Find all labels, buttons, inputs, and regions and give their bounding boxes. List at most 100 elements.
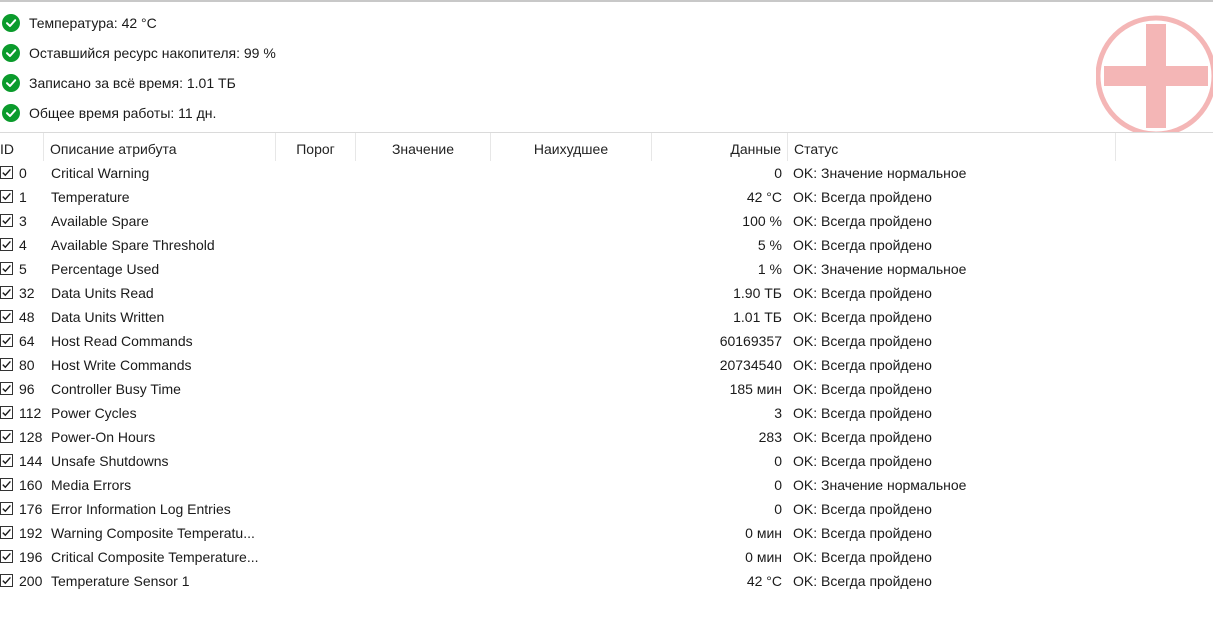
table-row[interactable]: 144 Unsafe Shutdowns 0 OK: Всегда пройдено [0,449,1213,473]
table-body: 0 Critical Warning 0 OK: Значение нормально… [0,161,1213,593]
row-checkbox[interactable] [0,334,13,347]
attribute-id: 112 [19,405,42,421]
row-checkbox[interactable] [0,166,13,179]
attribute-data: 1.01 ТБ [733,309,782,325]
summary-text: Общее время работы: 11 дн. [29,105,217,121]
attribute-status: OK: Всегда пройдено [793,549,932,565]
table-row[interactable]: 4 Available Spare Threshold 5 % OK: Всегда … [0,233,1213,257]
attribute-status: OK: Всегда пройдено [793,309,932,325]
summary-text: Записано за всё время: 1.01 ТБ [29,75,236,91]
table-row[interactable]: 112 Power Cycles 3 OK: Всегда пройдено [0,401,1213,425]
row-checkbox[interactable] [0,478,13,491]
ok-check-icon [2,74,20,92]
attribute-id: 48 [19,309,35,325]
attribute-name: Temperature [51,189,130,205]
attribute-name: Critical Composite Temperature... [51,549,259,565]
table-row[interactable]: 128 Power-On Hours 283 OK: Всегда пройдено [0,425,1213,449]
column-header-threshold[interactable]: Порог [276,133,356,161]
attribute-status: OK: Всегда пройдено [793,381,932,397]
attribute-id: 80 [19,357,35,373]
attribute-name: Data Units Read [51,285,154,301]
row-checkbox[interactable] [0,190,13,203]
attribute-id: 200 [19,573,43,589]
row-checkbox[interactable] [0,262,13,275]
table-row[interactable]: 200 Temperature Sensor 1 42 °C OK: Всегда п… [0,569,1213,593]
table-row[interactable]: 80 Host Write Commands 20734540 OK: Всегда … [0,353,1213,377]
row-checkbox[interactable] [0,502,13,515]
table-row[interactable]: 1 Temperature 42 °C OK: Всегда пройдено [0,185,1213,209]
summary-text: Оставшийся ресурс накопителя: 99 % [29,45,276,61]
attribute-status: OK: Всегда пройдено [793,237,932,253]
column-header-data[interactable]: Данные [652,133,788,161]
attribute-name: Available Spare [51,213,149,229]
table-header: ID Описание атрибута Порог Значение Наих… [0,133,1213,161]
row-checkbox[interactable] [0,238,13,251]
attribute-name: Controller Busy Time [51,381,181,397]
summary-item-power-on-time: Общее время работы: 11 дн. [0,98,700,128]
attribute-name: Power-On Hours [51,429,156,445]
attribute-status: OK: Всегда пройдено [793,453,932,469]
row-checkbox[interactable] [0,358,13,371]
table-row[interactable]: 32 Data Units Read 1.90 ТБ OK: Всегда пройд… [0,281,1213,305]
summary-item-temperature: Температура: 42 °C [0,8,700,38]
attribute-name: Unsafe Shutdowns [51,453,169,469]
row-checkbox[interactable] [0,382,13,395]
attribute-id: 96 [19,381,35,397]
attribute-data: 283 [758,429,782,445]
column-header-status[interactable]: Статус [788,133,1116,161]
row-checkbox[interactable] [0,430,13,443]
table-row[interactable]: 196 Critical Composite Temperature... 0 ми… [0,545,1213,569]
table-row[interactable]: 192 Warning Composite Temperatu... 0 мин OK… [0,521,1213,545]
table-row[interactable]: 5 Percentage Used 1 % OK: Значение нормальн… [0,257,1213,281]
column-header-value[interactable]: Значение [356,133,491,161]
summary-text: Температура: 42 °C [29,15,157,31]
attribute-data: 3 [774,405,782,421]
attribute-status: OK: Всегда пройдено [793,357,932,373]
attribute-id: 144 [19,453,43,469]
attribute-name: Available Spare Threshold [51,237,215,253]
attribute-data: 0 [774,477,782,493]
attribute-status: OK: Всегда пройдено [793,189,932,205]
attribute-data: 100 % [742,213,782,229]
attribute-data: 0 мин [745,549,782,565]
attribute-status: OK: Значение нормальное [793,477,967,493]
table-row[interactable]: 160 Media Errors 0 OK: Значение нормальное [0,473,1213,497]
attribute-name: Temperature Sensor 1 [51,573,190,589]
health-summary: Температура: 42 °C Оставшийся ресурс нак… [0,8,700,128]
row-checkbox[interactable] [0,214,13,227]
column-header-description[interactable]: Описание атрибута [44,133,276,161]
attribute-data: 0 [774,501,782,517]
attribute-data: 1 % [757,261,782,277]
attribute-status: OK: Всегда пройдено [793,573,932,589]
table-row[interactable]: 3 Available Spare 100 % OK: Всегда пройдено [0,209,1213,233]
attribute-id: 4 [19,237,27,253]
table-row[interactable]: 96 Controller Busy Time 185 мин OK: Всегда … [0,377,1213,401]
smart-attributes-table: ID Описание атрибута Порог Значение Наих… [0,132,1213,628]
row-checkbox[interactable] [0,454,13,467]
table-row[interactable]: 176 Error Information Log Entries 0 OK: Все… [0,497,1213,521]
top-border [0,0,1213,2]
row-checkbox[interactable] [0,550,13,563]
attribute-data: 185 мин [729,381,782,397]
attribute-status: OK: Значение нормальное [793,165,967,181]
attribute-id: 0 [19,165,27,181]
attribute-status: OK: Всегда пройдено [793,501,932,517]
attribute-id: 3 [19,213,27,229]
ok-check-icon [2,14,20,32]
row-checkbox[interactable] [0,310,13,323]
attribute-id: 128 [19,429,43,445]
attribute-status: OK: Всегда пройдено [793,285,932,301]
row-checkbox[interactable] [0,526,13,539]
column-header-id[interactable]: ID [0,133,44,161]
row-checkbox[interactable] [0,286,13,299]
row-checkbox[interactable] [0,574,13,587]
row-checkbox[interactable] [0,406,13,419]
attribute-id: 176 [19,501,43,517]
table-row[interactable]: 64 Host Read Commands 60169357 OK: Всегда п… [0,329,1213,353]
table-row[interactable]: 0 Critical Warning 0 OK: Значение нормально… [0,161,1213,185]
table-row[interactable]: 48 Data Units Written 1.01 ТБ OK: Всегда пр… [0,305,1213,329]
attribute-name: Warning Composite Temperatu... [51,525,255,541]
attribute-data: 5 % [757,237,782,253]
attribute-data: 42 °C [746,189,782,205]
column-header-worst[interactable]: Наихудшее [491,133,652,161]
